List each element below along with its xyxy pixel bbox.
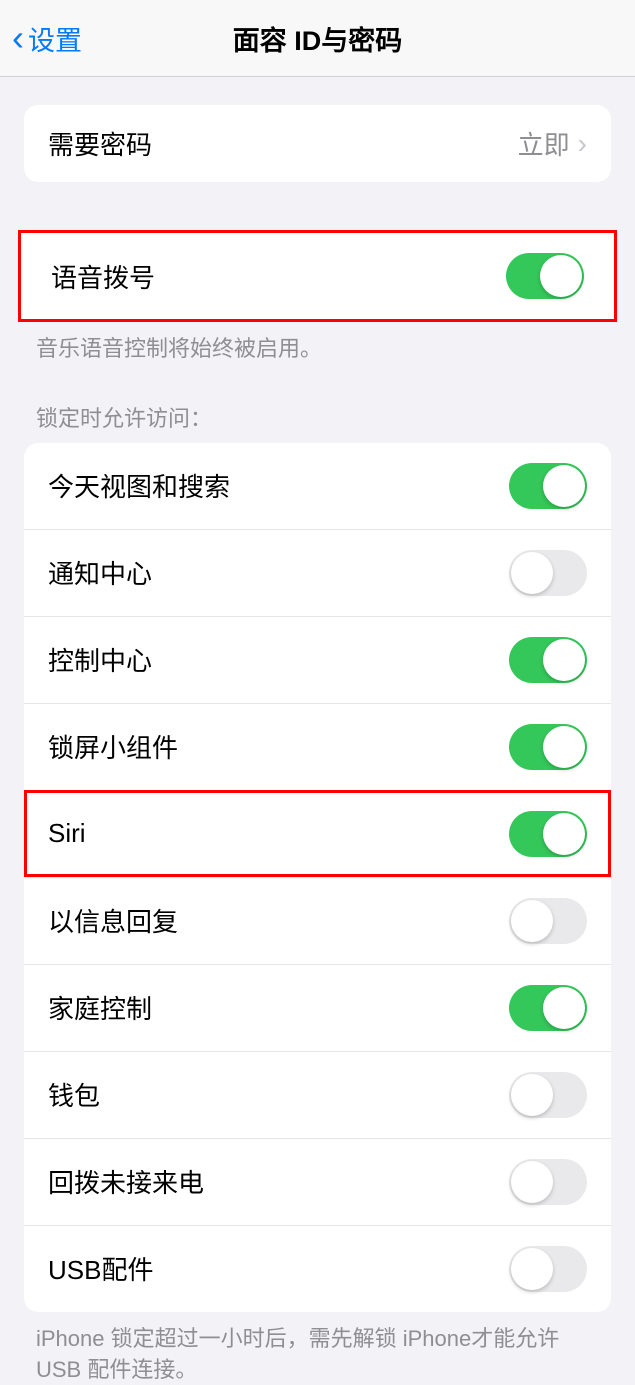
back-button[interactable]: ‹ 设置 xyxy=(12,19,82,58)
locked-access-row: Siri xyxy=(24,790,611,877)
toggle-knob xyxy=(543,465,585,507)
locked-access-label: 今天视图和搜索 xyxy=(48,467,230,504)
locked-access-toggle[interactable] xyxy=(509,811,587,857)
locked-access-label: 回拨未接来电 xyxy=(48,1163,204,1200)
toggle-knob xyxy=(511,900,553,942)
voice-dial-label: 语音拨号 xyxy=(51,258,155,295)
toggle-knob xyxy=(543,987,585,1029)
toggle-knob xyxy=(511,1248,553,1290)
locked-access-label: USB配件 xyxy=(48,1250,153,1287)
require-passcode-label: 需要密码 xyxy=(48,125,152,162)
locked-access-toggle[interactable] xyxy=(509,724,587,770)
locked-access-row: USB配件 xyxy=(24,1225,611,1312)
locked-access-label: 通知中心 xyxy=(48,554,152,591)
voice-dial-toggle[interactable] xyxy=(506,253,584,299)
passcode-card: 需要密码 立即 › xyxy=(24,105,611,182)
toggle-knob xyxy=(540,255,582,297)
toggle-knob xyxy=(511,1161,553,1203)
locked-access-toggle[interactable] xyxy=(509,898,587,944)
locked-access-card: 今天视图和搜索通知中心控制中心锁屏小组件 Siri 以信息回复家庭控制钱包回拨未接来… xyxy=(24,443,611,1312)
locked-access-header: 锁定时允许访问： xyxy=(0,401,635,443)
locked-access-toggle[interactable] xyxy=(509,1159,587,1205)
chevron-left-icon: ‹ xyxy=(12,20,24,56)
locked-access-row: 锁屏小组件 xyxy=(24,703,611,790)
locked-access-row: 通知中心 xyxy=(24,529,611,616)
locked-access-label: 家庭控制 xyxy=(48,989,152,1026)
locked-access-row: 以信息回复 xyxy=(24,877,611,964)
page-title: 面容 ID与密码 xyxy=(233,19,403,58)
locked-access-row: 钱包 xyxy=(24,1051,611,1138)
locked-access-toggle[interactable] xyxy=(509,637,587,683)
locked-access-label: 钱包 xyxy=(48,1076,100,1113)
voice-dial-footer: 音乐语音控制将始终被启用。 xyxy=(0,322,635,365)
locked-access-row: 今天视图和搜索 xyxy=(24,443,611,529)
locked-access-toggle[interactable] xyxy=(509,985,587,1031)
locked-access-toggle[interactable] xyxy=(509,463,587,509)
locked-access-row: 控制中心 xyxy=(24,616,611,703)
toggle-knob xyxy=(543,726,585,768)
voice-dial-row: 语音拨号 xyxy=(21,233,614,319)
locked-access-toggle[interactable] xyxy=(509,550,587,596)
locked-access-footer: iPhone 锁定超过一小时后，需先解锁 iPhone才能允许USB 配件连接。 xyxy=(0,1312,635,1385)
require-passcode-row[interactable]: 需要密码 立即 › xyxy=(24,105,611,182)
locked-access-label: Siri xyxy=(48,818,86,849)
toggle-knob xyxy=(511,1074,553,1116)
voice-dial-card: 语音拨号 xyxy=(18,230,617,322)
locked-access-row: 回拨未接来电 xyxy=(24,1138,611,1225)
locked-access-label: 锁屏小组件 xyxy=(48,728,178,765)
locked-access-toggle[interactable] xyxy=(509,1072,587,1118)
toggle-knob xyxy=(543,813,585,855)
locked-access-row: 家庭控制 xyxy=(24,964,611,1051)
toggle-knob xyxy=(543,639,585,681)
require-passcode-value: 立即 › xyxy=(518,125,587,162)
back-label: 设置 xyxy=(28,19,82,58)
locked-access-label: 以信息回复 xyxy=(48,902,178,939)
chevron-right-icon: › xyxy=(578,128,587,160)
navigation-header: ‹ 设置 面容 ID与密码 xyxy=(0,0,635,77)
locked-access-label: 控制中心 xyxy=(48,641,152,678)
toggle-knob xyxy=(511,552,553,594)
